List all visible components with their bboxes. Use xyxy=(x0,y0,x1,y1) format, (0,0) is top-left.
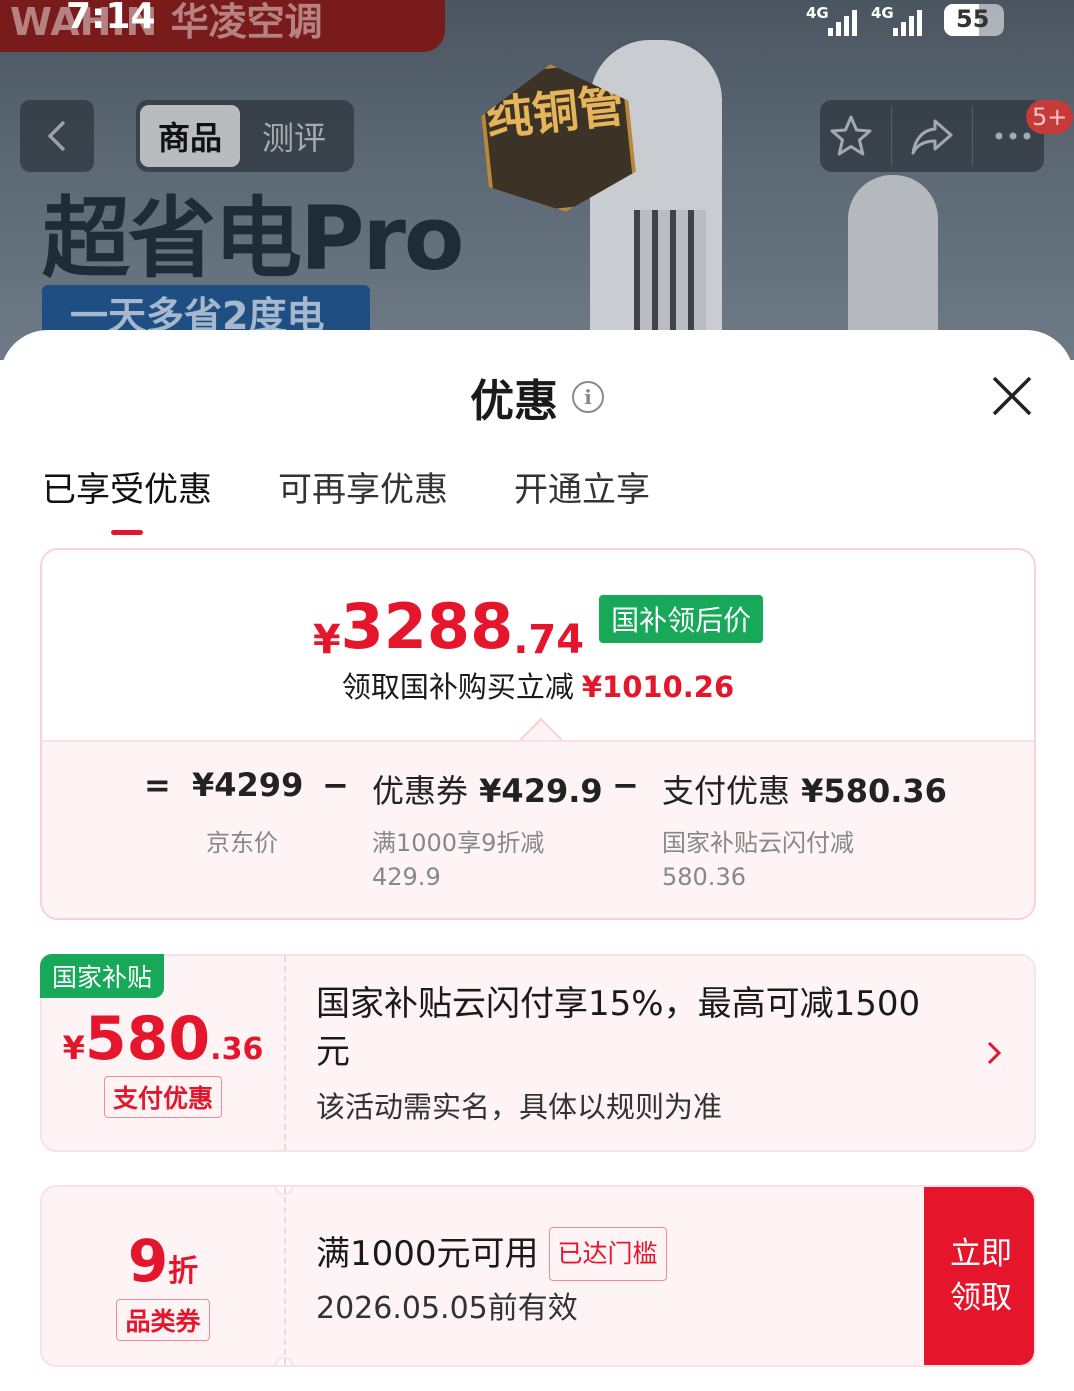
gov-subsidy-tag: 国家补贴 xyxy=(40,954,165,998)
coupon-discount: 9折 xyxy=(127,1227,199,1295)
coupon-validity: 2026.05.05前有效 xyxy=(316,1291,578,1326)
sheet-header: 优惠 i xyxy=(0,365,1074,429)
subsidy-desc: 该活动需实名，具体以规则为准 xyxy=(316,1090,723,1124)
banner-headline: 超省电Pro xyxy=(42,187,464,290)
tab-review[interactable]: 测评 xyxy=(244,105,344,167)
star-icon[interactable] xyxy=(828,113,874,159)
jd-price-label: 京东价 xyxy=(206,829,278,857)
coupon-title: 满1000元可用 已达门槛 xyxy=(316,1227,667,1281)
coupon-type-label: 品类券 xyxy=(116,1299,210,1341)
subsidy-amount: ¥580.36 xyxy=(62,1004,264,1074)
subsidy-title: 国家补贴云闪付享15%，最高可减1500 元 xyxy=(316,984,921,1072)
sheet-title: 优惠 xyxy=(470,376,558,427)
signal-icon: 4G xyxy=(806,4,857,36)
share-icon[interactable] xyxy=(909,113,955,159)
close-icon[interactable] xyxy=(988,372,1036,420)
tab-more-available[interactable]: 可再享优惠 xyxy=(278,462,448,533)
payment-deduction: 支付优惠 ¥580.36 xyxy=(662,772,947,810)
minus-sign: − xyxy=(322,766,349,804)
final-price: ¥3288.74 国补领后价 xyxy=(42,590,1034,663)
claim-coupon-button[interactable]: 立即 领取 xyxy=(924,1187,1034,1365)
subsidy-saving: 领取国补购买立减 ¥1010.26 xyxy=(341,670,735,704)
more-badge: 5+ xyxy=(1026,100,1074,134)
tab-enjoyed[interactable]: 已享受优惠 xyxy=(42,462,212,535)
discount-tabs: 已享受优惠 可再享优惠 开通立享 xyxy=(42,462,650,535)
threshold-met-tag: 已达门槛 xyxy=(548,1227,667,1281)
payment-discount-label: 支付优惠 xyxy=(103,1076,222,1118)
chevron-right-icon[interactable] xyxy=(984,1038,1004,1068)
product-review-switch: 商品 测评 xyxy=(136,100,354,172)
status-time: 7:14 xyxy=(66,0,156,37)
tab-activate[interactable]: 开通立享 xyxy=(514,462,650,533)
battery-icon: 55 xyxy=(944,4,1004,36)
category-coupon-card: 9折 品类券 满1000元可用 已达门槛 2026.05.05前有效 立即 领取 xyxy=(40,1185,1036,1367)
gov-subsidy-card[interactable]: 国家补贴 ¥580.36 支付优惠 国家补贴云闪付享15%，最高可减1500 元 … xyxy=(40,954,1036,1152)
jd-price: ¥4299 xyxy=(192,766,304,804)
minus-sign: − xyxy=(612,766,639,804)
top-actions xyxy=(820,100,1044,172)
coupon-deduction: 优惠券 ¥429.9 xyxy=(372,772,603,810)
product-banner: WAHIN 华凌空调 纯铜管 超省电Pro 一天多省2度电 7:14 4G 4G… xyxy=(0,0,1074,360)
coupon-deduction-desc: 满1000享9折减 429.9 xyxy=(372,829,545,891)
tab-product[interactable]: 商品 xyxy=(140,105,240,167)
payment-deduction-desc: 国家补贴云闪付减 580.36 xyxy=(662,829,854,891)
final-price-tag: 国补领后价 xyxy=(599,595,764,643)
back-button[interactable] xyxy=(20,100,94,172)
price-breakdown: ¥3288.74 国补领后价 领取国补购买立减 ¥1010.26 = ¥4299 … xyxy=(40,548,1036,920)
chevron-left-icon xyxy=(47,120,66,152)
status-icons: 4G 4G 55 xyxy=(806,0,1004,36)
equals-sign: = xyxy=(144,766,171,804)
info-icon[interactable]: i xyxy=(572,381,604,413)
signal-icon: 4G xyxy=(871,4,922,36)
product-image xyxy=(590,40,722,360)
discount-sheet: 优惠 i 已享受优惠 可再享优惠 开通立享 ¥3288.74 国补领后价 领取国… xyxy=(0,330,1074,1391)
